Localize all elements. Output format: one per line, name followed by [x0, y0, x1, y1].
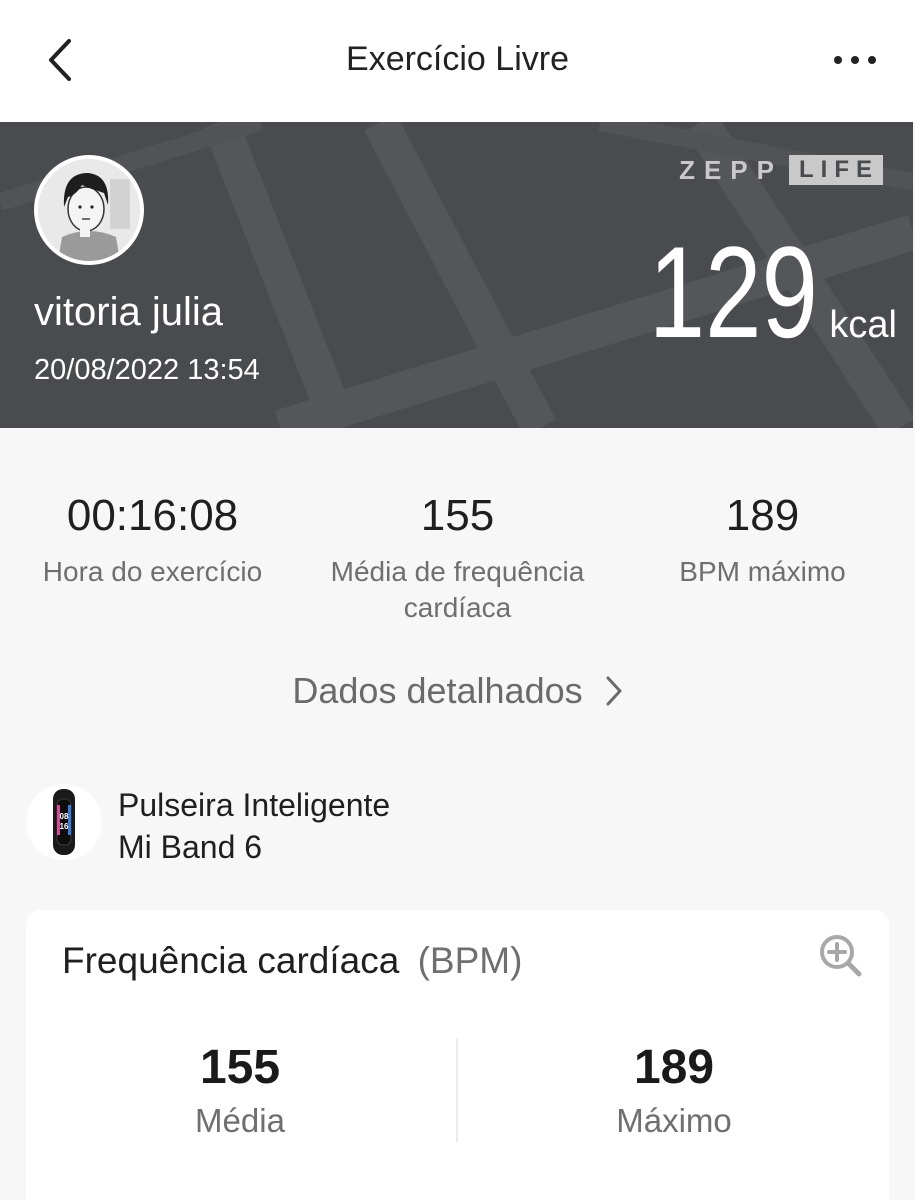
heart-rate-max-label: Máximo: [616, 1102, 732, 1139]
device-name: Pulseira Inteligente Mi Band 6: [118, 784, 390, 868]
band-screen-hour: 08: [60, 812, 69, 821]
band-screen-minute: 16: [60, 822, 69, 831]
zoom-button[interactable]: [817, 932, 865, 980]
avatar[interactable]: [34, 155, 144, 265]
stat-label: BPM máximo: [679, 556, 846, 587]
workout-datetime: 20/08/2022 13:54: [34, 354, 260, 386]
heart-rate-title: Frequência cardíaca (BPM): [62, 940, 522, 982]
heart-rate-title-text: Frequência cardíaca: [62, 940, 400, 981]
avatar-illustration-icon: [38, 159, 140, 261]
brand-text-zepp: ZEPP: [679, 154, 783, 185]
calories-value: 129: [648, 219, 818, 365]
detailed-data-link[interactable]: Dados detalhados: [0, 670, 915, 712]
stat-value: 00:16:08: [66, 491, 239, 540]
stat-label: Hora do exercício: [42, 556, 263, 587]
zepp-life-logo: ZEPP LIFE: [679, 155, 883, 185]
stat-average-heart-rate: 155 Média de frequência cardíaca: [305, 490, 610, 626]
stat-duration: 00:16:08 Hora do exercício: [0, 490, 305, 626]
stat-label: Média de frequência cardíaca: [330, 556, 585, 623]
heart-rate-max: 189 Máximo: [524, 1040, 824, 1140]
heart-rate-card: Frequência cardíaca (BPM) 155 Média 189 …: [26, 910, 889, 1200]
more-dots-icon: [834, 56, 876, 64]
stat-max-bpm: 189 BPM máximo: [610, 490, 915, 626]
heart-rate-average-label: Média: [195, 1102, 285, 1139]
stat-value: 155: [420, 491, 495, 540]
workout-stats-row: 00:16:08 Hora do exercício 155 Média de …: [0, 490, 915, 626]
username: vitoria julia: [34, 290, 223, 334]
device-icon-wrap: 08 16: [26, 784, 102, 860]
device-name-line2: Mi Band 6: [118, 829, 263, 865]
divider: [456, 1038, 458, 1142]
calories-unit: kcal: [829, 304, 897, 346]
zoom-in-icon: [820, 935, 862, 977]
workout-summary-banner: vitoria julia 20/08/2022 13:54 ZEPP LIFE…: [0, 122, 913, 428]
heart-rate-unit: (BPM): [417, 940, 523, 981]
page-title: Exercício Livre: [346, 40, 569, 78]
brand-text-life: LIFE: [789, 155, 883, 185]
more-options-button[interactable]: [825, 35, 885, 85]
calories-display: 129 kcal: [601, 227, 897, 357]
heart-rate-max-value: 189: [633, 1041, 715, 1094]
device-name-line1: Pulseira Inteligente: [118, 787, 391, 823]
detailed-data-label: Dados detalhados: [292, 670, 583, 711]
stat-value: 189: [725, 491, 800, 540]
heart-rate-average: 155 Média: [90, 1040, 390, 1140]
smart-band-icon: 08 16: [53, 789, 75, 855]
chevron-right-icon: [606, 676, 622, 706]
heart-rate-average-value: 155: [199, 1041, 281, 1094]
top-bar: Exercício Livre: [0, 0, 915, 122]
